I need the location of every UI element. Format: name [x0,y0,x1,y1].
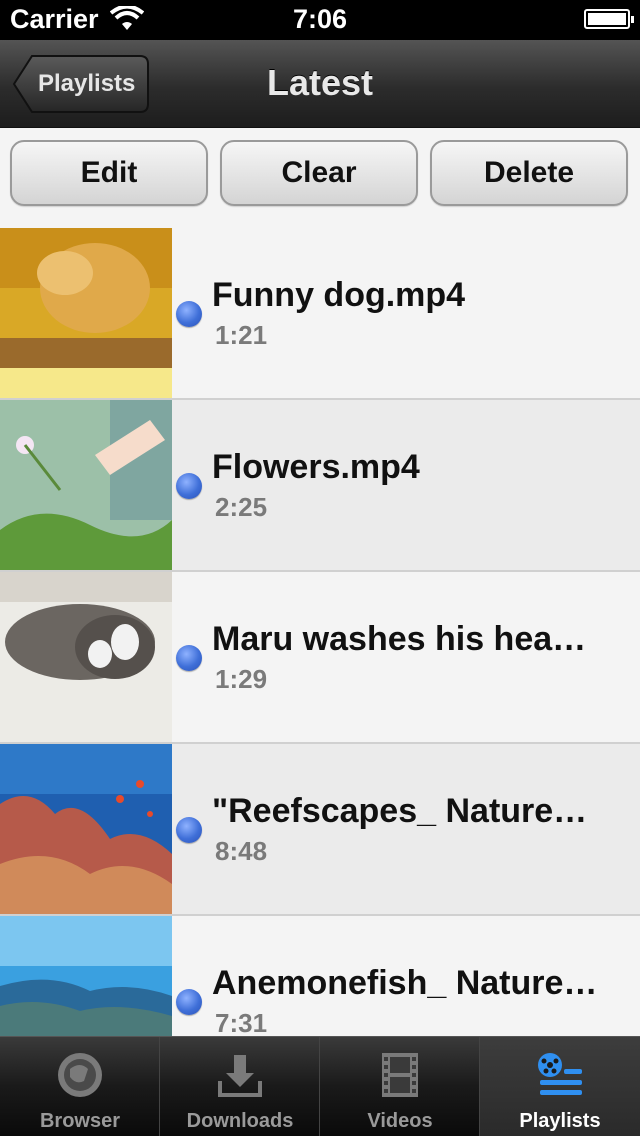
browser-icon [58,1053,102,1097]
video-title: Maru washes his hea… [212,620,587,658]
tab-downloads[interactable]: Downloads [160,1037,320,1136]
edit-button[interactable]: Edit [10,140,208,206]
unwatched-indicator [176,989,202,1015]
list-item[interactable]: "Reefscapes_ Nature… 8:48 [0,744,640,916]
video-thumbnail [0,744,172,914]
video-duration: 2:25 [215,492,268,522]
video-duration: 1:29 [215,664,268,694]
clear-button[interactable]: Clear [220,140,418,206]
list-item[interactable]: Maru washes his hea… 1:29 [0,572,640,744]
clock: 7:06 [292,4,348,34]
video-list[interactable]: Funny dog.mp4 1:21 Flowers.mp4 2:25 Maru… [0,228,640,1036]
delete-button[interactable]: Delete [430,140,628,206]
status-bar: Carrier 7:06 [0,0,640,40]
unwatched-indicator [176,301,202,327]
video-title: "Reefscapes_ Nature… [212,792,588,830]
video-duration: 7:31 [215,1008,268,1036]
tab-label: Browser [39,1110,121,1132]
film-icon [382,1053,418,1097]
tab-label: Downloads [186,1110,294,1132]
video-thumbnail [0,572,172,742]
video-duration: 8:48 [215,836,268,866]
tab-label: Playlists [519,1110,601,1132]
video-thumbnail [0,916,172,1036]
list-item[interactable]: Flowers.mp4 2:25 [0,400,640,572]
playlist-icon [538,1053,582,1095]
tab-videos[interactable]: Videos [320,1037,480,1136]
video-title: Anemonefish_ Nature… [212,964,598,1002]
tab-bar: Browser Downloads Videos Playlists [0,1036,640,1136]
tab-label: Videos [367,1110,433,1132]
video-thumbnail [0,400,172,570]
video-thumbnail [0,228,172,398]
list-item[interactable]: Anemonefish_ Nature… 7:31 [0,916,640,1036]
tab-browser[interactable]: Browser [0,1037,160,1136]
battery-icon [584,9,634,29]
unwatched-indicator [176,645,202,671]
video-title: Funny dog.mp4 [212,276,466,314]
page-title: Latest [266,62,374,103]
unwatched-indicator [176,817,202,843]
unwatched-indicator [176,473,202,499]
video-duration: 1:21 [215,320,268,350]
navigation-bar: Playlists Latest [0,40,640,128]
action-toolbar: Edit Clear Delete [0,128,640,228]
list-item[interactable]: Funny dog.mp4 1:21 [0,228,640,400]
tab-playlists[interactable]: Playlists [480,1037,640,1136]
video-title: Flowers.mp4 [212,448,420,486]
download-icon [218,1055,262,1097]
